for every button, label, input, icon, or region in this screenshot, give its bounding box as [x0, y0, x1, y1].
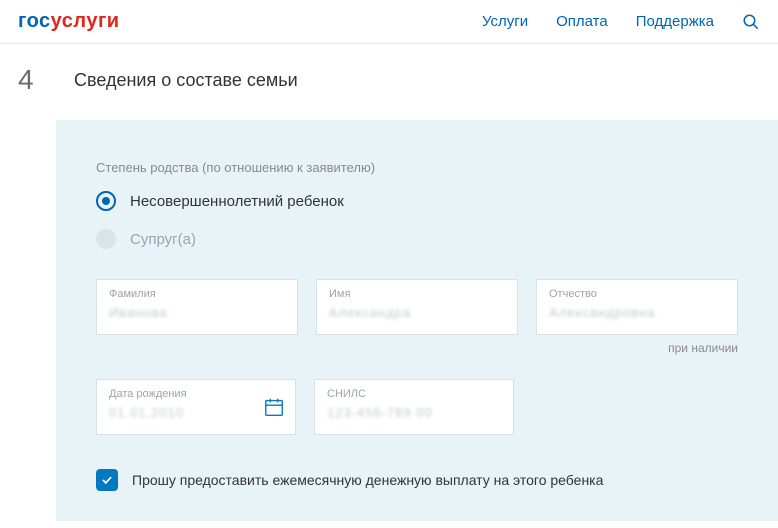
logo[interactable]: госуслуги — [18, 10, 120, 33]
logo-part-2: услуги — [51, 10, 120, 32]
lastname-field[interactable]: Фамилия Иванова — [96, 279, 298, 335]
snils-label: СНИЛС — [327, 388, 501, 400]
snils-field[interactable]: СНИЛС 123-456-789 00 — [314, 379, 514, 435]
radio-option-child[interactable]: Несовершеннолетний ребенок — [96, 191, 738, 211]
radio-unselected-icon — [96, 229, 116, 249]
radio-label-spouse: Супруг(а) — [130, 231, 196, 248]
patronymic-hint: при наличии — [96, 341, 738, 355]
patronymic-value: Александровна — [549, 305, 656, 320]
step-header: 4 Сведения о составе семьи — [0, 44, 778, 120]
lastname-value: Иванова — [109, 305, 168, 320]
birthdate-label: Дата рождения — [109, 388, 283, 400]
step-number: 4 — [18, 64, 50, 96]
firstname-label: Имя — [329, 288, 505, 300]
patronymic-field[interactable]: Отчество Александровна — [536, 279, 738, 335]
search-icon[interactable] — [742, 13, 760, 31]
radio-option-spouse[interactable]: Супруг(а) — [96, 229, 738, 249]
nav-link-payment[interactable]: Оплата — [556, 13, 608, 30]
name-fields-row: Фамилия Иванова Имя Александра Отчество … — [96, 279, 738, 335]
snils-value: 123-456-789 00 — [327, 405, 433, 420]
radio-label-child: Несовершеннолетний ребенок — [130, 193, 344, 210]
header-bar: госуслуги Услуги Оплата Поддержка — [0, 0, 778, 44]
relation-group-label: Степень родства (по отношению к заявител… — [96, 160, 738, 175]
nav-link-services[interactable]: Услуги — [482, 13, 528, 30]
calendar-icon[interactable] — [263, 396, 285, 418]
form-panel: Степень родства (по отношению к заявител… — [56, 120, 778, 521]
lastname-label: Фамилия — [109, 288, 285, 300]
extra-fields-row: Дата рождения 01.01.2010 СНИЛС 123-456-7… — [96, 379, 738, 435]
radio-selected-icon — [96, 191, 116, 211]
firstname-field[interactable]: Имя Александра — [316, 279, 518, 335]
birthdate-field[interactable]: Дата рождения 01.01.2010 — [96, 379, 296, 435]
request-payment-row[interactable]: Прошу предоставить ежемесячную денежную … — [96, 469, 738, 491]
logo-part-1: гос — [18, 10, 51, 32]
nav-link-support[interactable]: Поддержка — [636, 13, 714, 30]
checkbox-checked-icon — [96, 469, 118, 491]
birthdate-value: 01.01.2010 — [109, 405, 184, 420]
firstname-value: Александра — [329, 305, 411, 320]
checkbox-label: Прошу предоставить ежемесячную денежную … — [132, 472, 603, 488]
step-title: Сведения о составе семьи — [74, 70, 298, 91]
nav: Услуги Оплата Поддержка — [482, 13, 760, 31]
patronymic-label: Отчество — [549, 288, 725, 300]
